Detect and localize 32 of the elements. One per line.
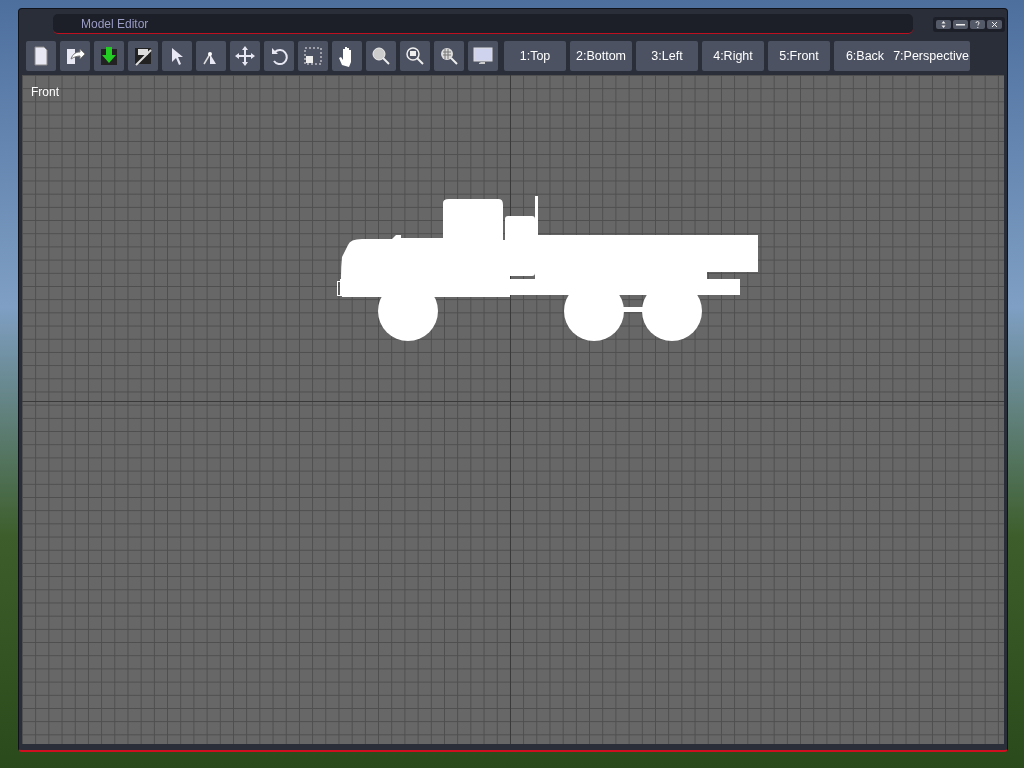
view-button[interactable]: 7:Perspective — [892, 41, 970, 71]
monitor-tool-button[interactable] — [468, 41, 498, 71]
cursor-arrow-tool-button[interactable] — [162, 41, 192, 71]
zoom-grid-tool-button[interactable] — [434, 41, 464, 71]
vertex-tool-button[interactable] — [196, 41, 226, 71]
view-button[interactable]: 5:Front — [768, 41, 830, 71]
help-icon[interactable] — [970, 19, 985, 29]
zoom-region-tool-button[interactable] — [400, 41, 430, 71]
zoom-icon — [370, 45, 392, 67]
share-arrow-tool-button[interactable] — [60, 41, 90, 71]
close-icon[interactable] — [987, 19, 1002, 29]
zoom-region-icon — [404, 45, 426, 67]
resize-icon[interactable] — [936, 19, 951, 29]
zoom-tool-button[interactable] — [366, 41, 396, 71]
monitor-icon — [472, 45, 494, 67]
zoom-grid-icon — [438, 45, 460, 67]
window-title: Model Editor — [81, 15, 149, 33]
page-tool-button[interactable] — [26, 41, 56, 71]
hand-tool-button[interactable] — [332, 41, 362, 71]
move-tool-button[interactable] — [230, 41, 260, 71]
scale-tool-button[interactable] — [298, 41, 328, 71]
view-button[interactable]: 1:Top — [504, 41, 566, 71]
move-icon — [234, 45, 256, 67]
view-button[interactable]: 3:Left — [636, 41, 698, 71]
import-arrow-tool-button[interactable] — [94, 41, 124, 71]
rotate-tool-button[interactable] — [264, 41, 294, 71]
view-button[interactable]: 4:Right — [702, 41, 764, 71]
minimize-icon[interactable] — [953, 19, 968, 29]
scale-icon — [302, 45, 324, 67]
viewport-label: Front — [31, 84, 59, 101]
import-arrow-icon — [98, 45, 120, 67]
view-button[interactable]: 2:Bottom — [570, 41, 632, 71]
